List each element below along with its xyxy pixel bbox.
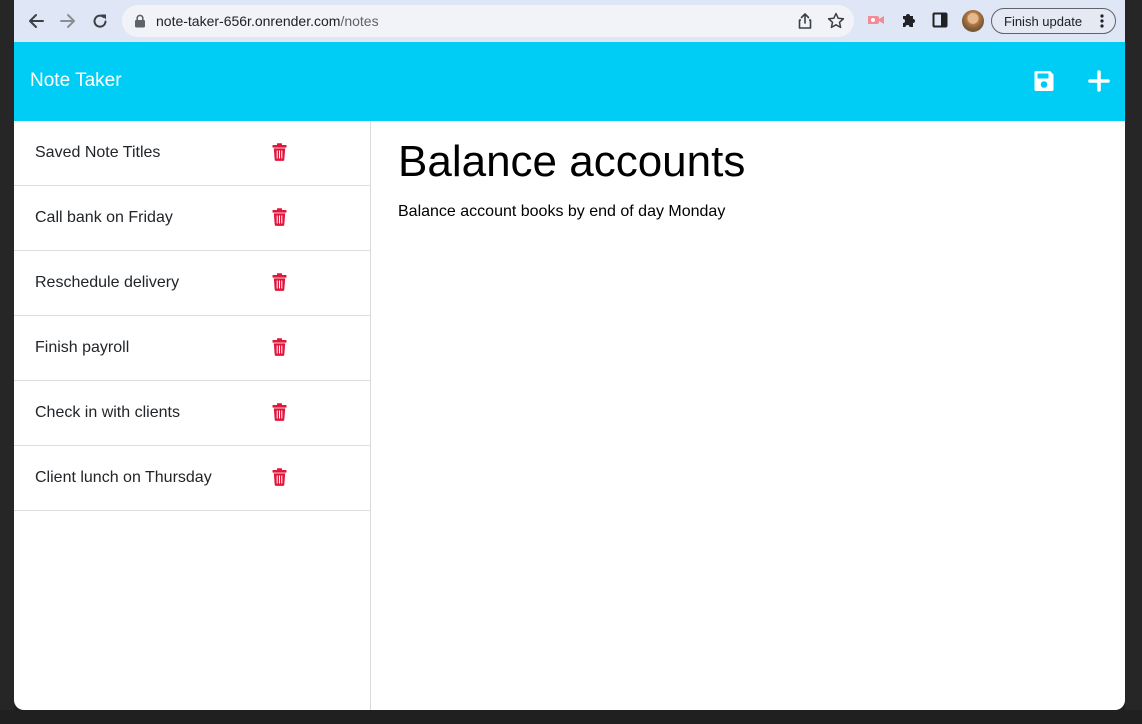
url-path: /notes <box>340 13 379 29</box>
address-bar[interactable]: note-taker-656r.onrender.com/notes <box>122 5 854 37</box>
extensions-puzzle-icon[interactable] <box>900 11 918 29</box>
lock-icon <box>135 14 145 28</box>
screen-recorder-extension-icon[interactable] <box>867 11 885 29</box>
list-item[interactable]: Reschedule delivery <box>14 251 371 316</box>
browser-window: note-taker-656r.onrender.com/notes Finis… <box>14 0 1125 710</box>
app-navbar: Note Taker <box>14 42 1125 121</box>
app-brand[interactable]: Note Taker <box>30 70 122 92</box>
more-vertical-icon <box>1100 14 1104 28</box>
note-title-field[interactable]: Balance accounts <box>398 137 745 187</box>
bookmark-star-icon[interactable] <box>826 11 846 31</box>
list-item[interactable]: Finish payroll <box>14 316 371 381</box>
browser-toolbar: note-taker-656r.onrender.com/notes Finis… <box>14 0 1125 42</box>
desktop-background-right <box>1125 0 1142 724</box>
desktop-background-bottom <box>0 710 1142 724</box>
note-text-field[interactable]: Balance account books by end of day Mond… <box>398 203 725 221</box>
trash-icon[interactable] <box>272 208 287 226</box>
list-item[interactable]: Call bank on Friday <box>14 186 371 251</box>
list-item[interactable]: Saved Note Titles <box>14 121 371 186</box>
note-title[interactable]: Client lunch on Thursday <box>35 469 212 487</box>
trash-icon[interactable] <box>272 273 287 291</box>
side-panel-icon[interactable] <box>932 12 948 28</box>
url-host: note-taker-656r.onrender.com <box>156 13 341 29</box>
note-title[interactable]: Saved Note Titles <box>35 144 160 162</box>
trash-icon[interactable] <box>272 143 287 161</box>
list-item[interactable]: Check in with clients <box>14 381 371 446</box>
finish-update-label: Finish update <box>1004 14 1083 29</box>
reload-button[interactable] <box>86 7 114 35</box>
list-item[interactable]: Client lunch on Thursday <box>14 446 371 511</box>
back-button[interactable] <box>22 7 50 35</box>
reload-icon <box>93 14 107 28</box>
note-title[interactable]: Call bank on Friday <box>35 209 173 227</box>
profile-avatar[interactable] <box>962 10 984 32</box>
url-text: note-taker-656r.onrender.com/notes <box>156 12 379 30</box>
arrow-right-icon <box>60 14 75 28</box>
finish-update-button[interactable]: Finish update <box>991 8 1116 34</box>
forward-button[interactable] <box>54 7 82 35</box>
note-title[interactable]: Reschedule delivery <box>35 274 179 292</box>
plus-icon[interactable] <box>1088 70 1110 92</box>
share-icon[interactable] <box>796 12 814 30</box>
note-list: Saved Note Titles Call bank on Friday Re… <box>14 121 371 710</box>
note-editor: Balance accounts Balance account books b… <box>371 121 1125 710</box>
save-icon[interactable] <box>1033 69 1055 93</box>
note-title[interactable]: Finish payroll <box>35 339 129 357</box>
arrow-left-icon <box>29 14 44 28</box>
trash-icon[interactable] <box>272 468 287 486</box>
trash-icon[interactable] <box>272 403 287 421</box>
desktop-background-left <box>0 0 14 724</box>
note-title[interactable]: Check in with clients <box>35 404 180 422</box>
trash-icon[interactable] <box>272 338 287 356</box>
